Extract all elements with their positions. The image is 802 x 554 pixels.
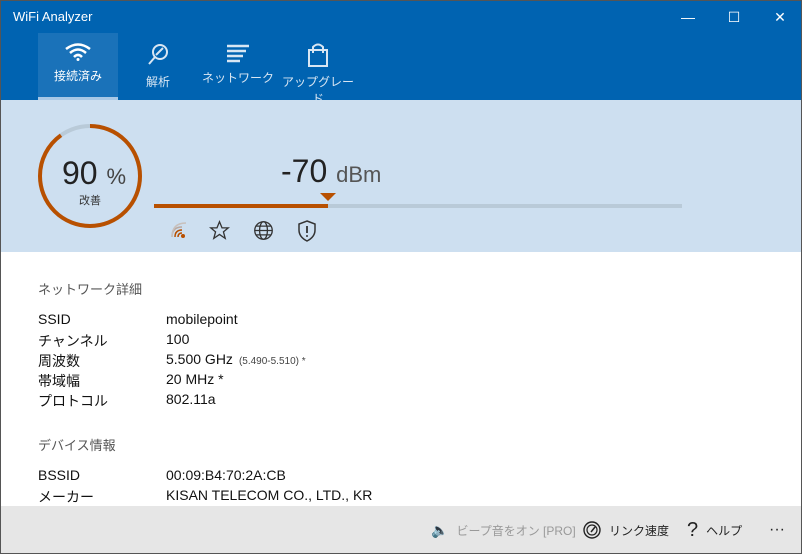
network-list-icon bbox=[227, 44, 249, 63]
network-details-heading: ネットワーク詳細 bbox=[38, 282, 143, 297]
wifi-icon bbox=[65, 43, 91, 61]
speedometer-icon bbox=[583, 521, 601, 539]
tab-label: 接続済み bbox=[53, 69, 102, 83]
analyze-icon bbox=[148, 44, 168, 65]
detail-row-frequency: 周波数 5.500 GHz (5.490-5.510) * bbox=[38, 351, 306, 369]
shopping-bag-icon bbox=[308, 43, 328, 67]
detail-row-channel: チャンネル 100 bbox=[38, 331, 190, 349]
more-button[interactable]: ··· bbox=[769, 506, 785, 553]
tab-upgrade[interactable]: アップグレード bbox=[278, 33, 358, 106]
speaker-icon: 🔈 bbox=[431, 521, 449, 538]
signal-quality: 改善 bbox=[79, 195, 101, 207]
app-window: WiFi Analyzer — ☐ ✕ 接続済み 解析 ネットワーク アップグレ… bbox=[0, 0, 802, 554]
signal-percent: 90 % bbox=[62, 155, 127, 191]
detail-row-ssid: SSID mobilepoint bbox=[38, 311, 238, 327]
detail-row-bandwidth: 帯域幅 20 MHz * bbox=[38, 371, 224, 389]
tab-connected[interactable]: 接続済み bbox=[38, 33, 118, 100]
signal-strength-icon[interactable] bbox=[170, 221, 188, 239]
signal-bar bbox=[154, 193, 682, 208]
tab-label: ネットワーク bbox=[201, 71, 274, 85]
header: WiFi Analyzer — ☐ ✕ 接続済み 解析 ネットワーク アップグレ… bbox=[1, 1, 801, 106]
help-button[interactable]: ? ヘルプ bbox=[687, 506, 742, 553]
beep-button[interactable]: 🔈 ビープ音をオン [PRO] bbox=[431, 506, 576, 553]
detail-row-protocol: プロトコル 802.11a bbox=[38, 391, 216, 409]
signal-bar-fill bbox=[154, 204, 329, 208]
close-button[interactable]: ✕ bbox=[757, 1, 801, 33]
star-icon[interactable] bbox=[209, 220, 230, 241]
tab-analyze[interactable]: 解析 bbox=[118, 33, 198, 100]
shield-warning-icon[interactable] bbox=[297, 220, 317, 242]
globe-icon[interactable] bbox=[253, 220, 274, 241]
question-icon: ? bbox=[687, 518, 699, 541]
signal-dbm: -70 dBm bbox=[281, 153, 382, 189]
window-title: WiFi Analyzer bbox=[13, 9, 93, 24]
minimize-button[interactable]: — bbox=[665, 1, 711, 33]
signal-marker bbox=[320, 193, 337, 201]
device-info-heading: デバイス情報 bbox=[38, 438, 116, 453]
maximize-button[interactable]: ☐ bbox=[711, 1, 757, 33]
detail-row-bssid: BSSID 00:09:B4:70:2A:CB bbox=[38, 467, 286, 483]
detail-row-vendor: メーカー KISAN TELECOM CO., LTD., KR bbox=[38, 487, 373, 505]
link-speed-button[interactable]: リンク速度 bbox=[583, 506, 669, 553]
tab-network[interactable]: ネットワーク bbox=[198, 33, 278, 100]
tab-label: 解析 bbox=[145, 75, 170, 89]
details-panel: ネットワーク詳細 SSID mobilepoint チャンネル 100 周波数 5.5… bbox=[1, 252, 801, 506]
command-bar: 🔈 ビープ音をオン [PRO] リンク速度 ? ヘルプ ··· bbox=[1, 506, 801, 553]
